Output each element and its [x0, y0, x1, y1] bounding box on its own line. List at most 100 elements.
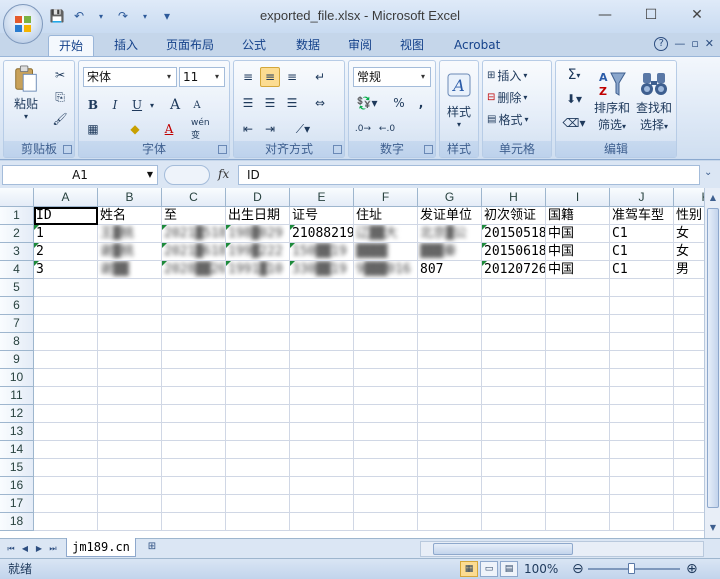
ribbon-restore-button[interactable]: ▫ [691, 37, 698, 51]
cell[interactable]: 3 [34, 261, 98, 279]
cell[interactable] [674, 351, 704, 369]
cell[interactable]: 2021▓518 [162, 225, 226, 243]
cell[interactable]: 女 [674, 225, 704, 243]
minimize-button[interactable]: — [582, 0, 628, 30]
cell[interactable]: 王▓桃 [98, 225, 162, 243]
sheet-tab-active[interactable]: jm189.cn [66, 538, 136, 557]
cell[interactable] [610, 351, 674, 369]
help-icon[interactable]: ? [654, 37, 669, 51]
cell[interactable] [674, 459, 704, 477]
cell[interactable] [546, 513, 610, 531]
cell[interactable]: 谢▓桃 [98, 243, 162, 261]
error-indicator-icon[interactable] [482, 261, 487, 266]
zoom-level[interactable]: 100% [524, 559, 558, 579]
cell[interactable]: 1991▓10 [226, 261, 290, 279]
tab-insert[interactable]: 插入 [104, 35, 148, 57]
row-header[interactable]: 2 [0, 225, 34, 243]
cell[interactable] [34, 459, 98, 477]
row-header[interactable]: 11 [0, 387, 34, 405]
cell[interactable]: 20120726 [482, 261, 546, 279]
error-indicator-icon[interactable] [34, 243, 39, 248]
cell[interactable] [290, 405, 354, 423]
cell[interactable]: 2021▓618 [162, 243, 226, 261]
cell[interactable] [98, 459, 162, 477]
cell[interactable]: 女 [674, 243, 704, 261]
wrap-text-icon[interactable]: ↵ [310, 67, 330, 87]
percent-button[interactable]: % [389, 93, 409, 113]
cell[interactable] [418, 459, 482, 477]
cell[interactable] [162, 333, 226, 351]
error-indicator-icon[interactable] [226, 261, 231, 266]
align-middle-icon[interactable]: ≡ [260, 67, 280, 87]
cell[interactable] [546, 351, 610, 369]
cell[interactable] [674, 405, 704, 423]
align-top-icon[interactable]: ≡ [238, 67, 258, 87]
cell[interactable] [290, 387, 354, 405]
cell[interactable] [162, 369, 226, 387]
cell[interactable] [674, 315, 704, 333]
cell[interactable] [226, 441, 290, 459]
cell[interactable] [354, 351, 418, 369]
cell[interactable] [546, 441, 610, 459]
alignment-launcher-icon[interactable] [333, 145, 342, 154]
cell[interactable] [674, 513, 704, 531]
error-indicator-icon[interactable] [226, 243, 231, 248]
cell[interactable] [418, 405, 482, 423]
cell[interactable] [290, 315, 354, 333]
font-family-select[interactable]: 宋体 ▾ [83, 67, 177, 87]
align-center-icon[interactable]: ☰ [260, 93, 280, 113]
copy-icon[interactable]: ⎘ [50, 87, 70, 107]
worksheet-grid[interactable]: ABCDEFGHIJK1ID姓名至出生日期证号住址发证单位初次领证国籍准驾车型性… [0, 188, 704, 538]
row-header[interactable]: 18 [0, 513, 34, 531]
cell[interactable] [98, 387, 162, 405]
ribbon-close-button[interactable]: ✕ [705, 37, 714, 51]
cell[interactable] [34, 423, 98, 441]
cell[interactable] [290, 495, 354, 513]
error-indicator-icon[interactable] [482, 225, 487, 230]
column-header[interactable]: G [418, 188, 482, 207]
cell[interactable] [98, 315, 162, 333]
cell[interactable]: 男 [674, 261, 704, 279]
cell[interactable] [610, 297, 674, 315]
cell[interactable] [674, 441, 704, 459]
tab-acrobat[interactable]: Acrobat [444, 35, 510, 57]
insert-cells-button[interactable]: ⊞ 插入 ▾ [487, 65, 527, 85]
cell[interactable] [98, 369, 162, 387]
paste-button[interactable]: 粘贴 ▾ [8, 65, 44, 121]
cell[interactable] [162, 513, 226, 531]
phonetic-button[interactable]: wén 变 [191, 118, 219, 141]
cell[interactable] [226, 423, 290, 441]
cell[interactable] [354, 513, 418, 531]
insert-sheet-icon[interactable]: ⊞ [142, 541, 162, 556]
tab-view[interactable]: 视图 [390, 35, 434, 57]
cell[interactable]: 谢▓▓ [98, 261, 162, 279]
cell[interactable] [418, 279, 482, 297]
cell[interactable] [354, 333, 418, 351]
cell[interactable] [546, 405, 610, 423]
cell[interactable]: 中国 [546, 225, 610, 243]
column-header[interactable]: B [98, 188, 162, 207]
tab-data[interactable]: 数据 [286, 35, 330, 57]
align-right-icon[interactable]: ☰ [282, 93, 302, 113]
align-left-icon[interactable]: ☰ [238, 93, 258, 113]
column-header[interactable]: E [290, 188, 354, 207]
number-launcher-icon[interactable] [424, 145, 433, 154]
merge-center-icon[interactable]: ⇔ [310, 93, 330, 113]
column-header[interactable]: J [610, 188, 674, 207]
cell[interactable] [546, 315, 610, 333]
cell[interactable] [226, 495, 290, 513]
page-layout-view-icon[interactable]: ▭ [480, 561, 498, 577]
orientation-icon[interactable]: ⟋▾ [288, 119, 318, 139]
column-header[interactable]: C [162, 188, 226, 207]
cell[interactable] [162, 405, 226, 423]
cell[interactable]: 20150618 [482, 243, 546, 261]
cell[interactable] [290, 369, 354, 387]
cell[interactable] [482, 297, 546, 315]
cell[interactable] [162, 351, 226, 369]
expand-formula-bar-icon[interactable]: ⌄ [704, 167, 712, 178]
currency-icon[interactable]: 💱▾ [353, 93, 381, 113]
cell[interactable] [418, 297, 482, 315]
cell[interactable] [162, 495, 226, 513]
cell[interactable] [162, 423, 226, 441]
cell[interactable]: 2 [34, 243, 98, 261]
